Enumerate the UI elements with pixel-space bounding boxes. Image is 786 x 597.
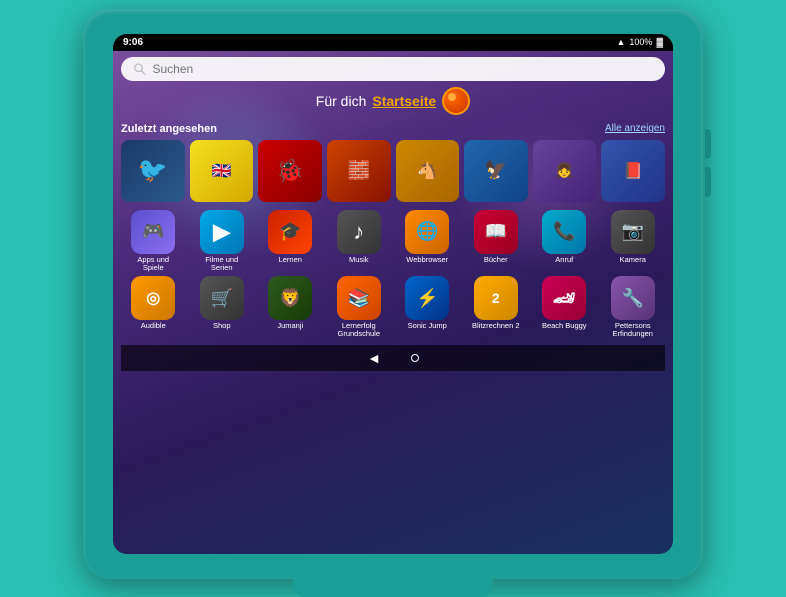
app-jumanji-label: Jumanji xyxy=(277,322,303,330)
app-musik-icon: ♪ xyxy=(337,210,381,254)
status-icons: ▲ 100% ▓ xyxy=(616,37,663,47)
app-kamera-label: Kamera xyxy=(620,256,646,264)
app-pettersson[interactable]: 🔧 Pettersons Erfindungen xyxy=(601,276,666,339)
back-button[interactable]: ◄ xyxy=(367,350,381,366)
app-anruf-icon: 📞 xyxy=(542,210,586,254)
app-shop-label: Shop xyxy=(213,322,231,330)
battery-indicator: 100% xyxy=(629,37,652,47)
app-blitz-icon: 2 xyxy=(474,276,518,320)
app-apps-spiele[interactable]: 🎮 Apps und Spiele xyxy=(121,210,186,273)
app-webbrowser-icon: 🌐 xyxy=(405,210,449,254)
app-musik[interactable]: ♪ Musik xyxy=(327,210,392,273)
home-screen: Für dich Startseite Zuletzt angesehen Al… xyxy=(113,51,673,554)
rec-item-bibi[interactable]: 🇬🇧 xyxy=(190,140,254,202)
app-shop[interactable]: 🛒 Shop xyxy=(190,276,255,339)
app-sonic[interactable]: ⚡ Sonic Jump xyxy=(395,276,460,339)
app-sonic-label: Sonic Jump xyxy=(408,322,447,330)
tablet-stand xyxy=(293,575,493,597)
clock: 9:06 xyxy=(123,37,143,48)
recently-section-header: Zuletzt angesehen Alle anzeigen xyxy=(121,123,665,135)
app-musik-label: Musik xyxy=(349,256,369,264)
rec-item-ladybug[interactable]: 🐞 xyxy=(258,140,322,202)
app-jumanji[interactable]: 🦁 Jumanji xyxy=(258,276,323,339)
app-beach-icon: 🏎 xyxy=(542,276,586,320)
fuer-dich-label: Für dich xyxy=(316,93,367,109)
app-lernen[interactable]: 🎓 Lernen xyxy=(258,210,323,273)
battery-icon: ▓ xyxy=(656,37,663,47)
search-icon xyxy=(133,62,146,76)
app-audible-label: Audible xyxy=(141,322,166,330)
wifi-icon: ▲ xyxy=(616,37,625,47)
app-anruf[interactable]: 📞 Anruf xyxy=(532,210,597,273)
app-beach[interactable]: 🏎 Beach Buggy xyxy=(532,276,597,339)
status-bar: 9:06 ▲ 100% ▓ xyxy=(113,34,673,51)
show-all-link[interactable]: Alle anzeigen xyxy=(605,123,665,134)
app-blitz-label: Blitzrechnen 2 xyxy=(472,322,520,330)
volume-up-button[interactable] xyxy=(705,129,711,159)
app-audible-icon: ◎ xyxy=(131,276,175,320)
app-jumanji-icon: 🦁 xyxy=(268,276,312,320)
app-lernerfolg[interactable]: 📚 Lernerfolg Grundschule xyxy=(327,276,392,339)
home-button[interactable] xyxy=(411,354,419,362)
rec-item-angry-birds[interactable]: 🐦 xyxy=(121,140,185,202)
startseite-tab[interactable]: Startseite xyxy=(372,93,436,109)
app-beach-label: Beach Buggy xyxy=(542,322,587,330)
app-anruf-label: Anruf xyxy=(555,256,573,264)
recently-title: Zuletzt angesehen xyxy=(121,123,217,135)
app-kamera-icon: 📷 xyxy=(611,210,655,254)
rec-item-drei-kids[interactable]: 👧 xyxy=(533,140,597,202)
search-bar[interactable] xyxy=(121,57,665,81)
recently-viewed-row: 🐦 🇬🇧 🐞 🧱 🐴 xyxy=(121,140,665,202)
tablet-screen: 9:06 ▲ 100% ▓ Für dich Startseite xyxy=(113,34,673,554)
amazon-logo xyxy=(442,87,470,115)
app-webbrowser-label: Webbrowser xyxy=(406,256,448,264)
app-filme-icon: ▶ xyxy=(200,210,244,254)
app-pettersson-label: Pettersons Erfindungen xyxy=(609,322,657,339)
app-audible[interactable]: ◎ Audible xyxy=(121,276,186,339)
app-buecher[interactable]: 📖 Bücher xyxy=(464,210,529,273)
app-sonic-icon: ⚡ xyxy=(405,276,449,320)
app-filme-label: Filme und Serien xyxy=(198,256,246,273)
apps-grid: 🎮 Apps und Spiele ▶ Filme und Serien 🎓 L… xyxy=(121,210,665,339)
app-lernerfolg-icon: 📚 xyxy=(337,276,381,320)
app-lernerfolg-label: Lernerfolg Grundschule xyxy=(335,322,383,339)
bottom-navigation: ◄ xyxy=(121,345,665,371)
app-lernen-icon: 🎓 xyxy=(268,210,312,254)
rec-item-gulo[interactable]: 🦅 xyxy=(464,140,528,202)
app-kamera[interactable]: 📷 Kamera xyxy=(601,210,666,273)
app-filme[interactable]: ▶ Filme und Serien xyxy=(190,210,255,273)
app-webbrowser[interactable]: 🌐 Webbrowser xyxy=(395,210,460,273)
app-blitz[interactable]: 2 Blitzrechnen 2 xyxy=(464,276,529,339)
app-buecher-icon: 📖 xyxy=(474,210,518,254)
app-shop-icon: 🛒 xyxy=(200,276,244,320)
tablet-device: 9:06 ▲ 100% ▓ Für dich Startseite xyxy=(83,9,703,579)
page-header: Für dich Startseite xyxy=(121,87,665,115)
app-pettersson-icon: 🔧 xyxy=(611,276,655,320)
volume-down-button[interactable] xyxy=(705,167,711,197)
app-apps-spiele-label: Apps und Spiele xyxy=(129,256,177,273)
rec-item-book[interactable]: 📕 xyxy=(601,140,665,202)
rec-item-bibitina[interactable]: 🐴 xyxy=(396,140,460,202)
app-apps-spiele-icon: 🎮 xyxy=(131,210,175,254)
app-lernen-label: Lernen xyxy=(279,256,302,264)
app-buecher-label: Bücher xyxy=(484,256,508,264)
rec-item-lego[interactable]: 🧱 xyxy=(327,140,391,202)
search-input[interactable] xyxy=(152,62,653,76)
